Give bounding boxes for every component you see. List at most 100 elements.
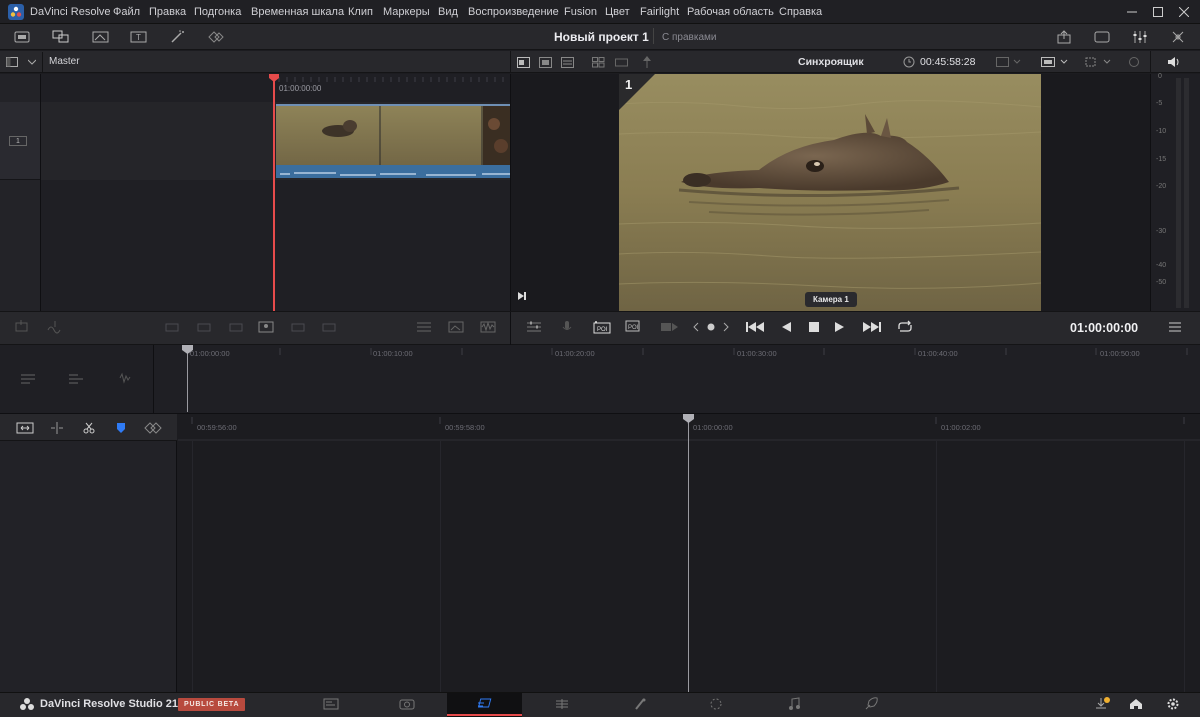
menu-workspace[interactable]: Рабочая область bbox=[687, 0, 774, 24]
source-playhead-handle[interactable] bbox=[269, 74, 279, 82]
audio-edit-icon[interactable] bbox=[44, 318, 64, 336]
viewer-size-dropdown[interactable] bbox=[994, 55, 1024, 69]
pin-icon[interactable] bbox=[640, 55, 654, 69]
maximize-icon[interactable] bbox=[1150, 4, 1166, 20]
menu-timeline[interactable]: Временная шкала bbox=[251, 0, 344, 24]
single-view-icon[interactable] bbox=[614, 55, 628, 69]
deliver-rocket-icon[interactable] bbox=[858, 696, 884, 712]
inspector-icon[interactable] bbox=[1168, 28, 1188, 46]
insert-clip-icon[interactable] bbox=[12, 318, 32, 336]
output-dropdown[interactable] bbox=[1040, 55, 1070, 69]
app-title: DaVinci Resolve bbox=[30, 6, 111, 18]
settings-sliders-icon[interactable] bbox=[524, 318, 544, 336]
selection-mode-icon[interactable] bbox=[15, 420, 35, 436]
go-to-end-icon[interactable] bbox=[860, 318, 884, 336]
sidebar-toggle-icon[interactable] bbox=[6, 55, 18, 69]
play-icon[interactable] bbox=[830, 318, 850, 336]
go-to-start-icon[interactable] bbox=[743, 318, 767, 336]
filmstrip-icon[interactable] bbox=[538, 55, 552, 69]
next-edit-icon[interactable] bbox=[720, 320, 732, 334]
overview-ruler[interactable] bbox=[154, 345, 1200, 363]
smart-insert-icon[interactable] bbox=[162, 318, 182, 336]
menu-view[interactable]: Вид bbox=[438, 0, 458, 24]
keyframes-icon[interactable] bbox=[205, 28, 227, 46]
menu-color[interactable]: Цвет bbox=[605, 0, 630, 24]
overview-playhead[interactable] bbox=[187, 352, 188, 412]
transitions-icon[interactable] bbox=[90, 28, 112, 46]
music-note-icon[interactable] bbox=[781, 696, 807, 712]
minimize-icon[interactable] bbox=[1124, 4, 1140, 20]
share-icon[interactable] bbox=[1054, 28, 1074, 46]
svg-text:T: T bbox=[136, 33, 141, 42]
edit-page-icon[interactable] bbox=[472, 696, 498, 712]
settings-gear-icon[interactable] bbox=[1160, 696, 1186, 712]
speaker-icon[interactable] bbox=[1166, 55, 1182, 69]
ripple-overwrite-icon[interactable] bbox=[226, 318, 246, 336]
viewer-image[interactable] bbox=[619, 74, 1041, 311]
mixer-icon[interactable] bbox=[1130, 28, 1150, 46]
chevron-down-icon[interactable] bbox=[26, 55, 38, 69]
poi-icon[interactable]: POI bbox=[591, 318, 613, 336]
fullscreen-viewer-icon[interactable] bbox=[1092, 28, 1112, 46]
flag-marker-icon[interactable] bbox=[111, 420, 131, 436]
list-view-icon[interactable] bbox=[560, 55, 574, 69]
menu-edit[interactable]: Правка bbox=[149, 0, 186, 24]
menu-playback[interactable]: Воспроизведение bbox=[468, 0, 559, 24]
download-notification-icon[interactable] bbox=[1089, 696, 1115, 712]
menu-clip[interactable]: Клип bbox=[348, 0, 373, 24]
menu-fairlight[interactable]: Fairlight bbox=[640, 0, 679, 24]
menu-fusion[interactable]: Fusion bbox=[564, 0, 597, 24]
audio-track-icon[interactable] bbox=[116, 370, 136, 386]
close-icon[interactable] bbox=[1176, 4, 1192, 20]
color-page-icon[interactable] bbox=[627, 696, 653, 712]
fairlight-page-icon[interactable] bbox=[703, 696, 729, 712]
titles-icon[interactable]: T bbox=[128, 28, 150, 46]
skip-to-end-icon[interactable] bbox=[515, 289, 529, 303]
play-around-icon[interactable] bbox=[659, 318, 681, 336]
poi-edit-icon[interactable]: POI bbox=[624, 318, 646, 336]
media-page-icon[interactable] bbox=[318, 696, 344, 712]
stop-icon[interactable] bbox=[804, 318, 824, 336]
video-clip-thumbnails[interactable] bbox=[276, 104, 510, 165]
loop-icon[interactable] bbox=[1126, 55, 1142, 69]
play-reverse-icon[interactable] bbox=[776, 318, 796, 336]
home-icon[interactable] bbox=[1123, 696, 1149, 712]
close-up-icon[interactable] bbox=[256, 318, 276, 336]
overview-playhead-handle[interactable] bbox=[182, 345, 193, 354]
blade-scissors-icon[interactable] bbox=[79, 420, 99, 436]
marker-dot-icon[interactable] bbox=[705, 320, 717, 334]
source-overwrite-icon[interactable] bbox=[319, 318, 339, 336]
append-icon[interactable] bbox=[194, 318, 214, 336]
sync-bin-icon[interactable] bbox=[50, 28, 72, 46]
place-on-top-icon[interactable] bbox=[288, 318, 308, 336]
prev-edit-icon[interactable] bbox=[690, 320, 702, 334]
media-pool-icon[interactable] bbox=[12, 28, 34, 46]
track-height-icon[interactable] bbox=[66, 370, 86, 386]
menu-help[interactable]: Справка bbox=[779, 0, 822, 24]
mic-icon[interactable] bbox=[557, 318, 577, 336]
transform-dropdown[interactable] bbox=[1082, 55, 1114, 69]
menu-trim[interactable]: Подгонка bbox=[194, 0, 241, 24]
source-playhead[interactable] bbox=[273, 74, 275, 311]
toolbar: T Новый проект 1 С правками bbox=[0, 24, 1200, 50]
timeline-view-icon[interactable] bbox=[414, 318, 434, 336]
loop-playback-icon[interactable] bbox=[894, 318, 916, 336]
audio-clip-waveform[interactable] bbox=[276, 165, 510, 178]
thumbnail-view-icon[interactable] bbox=[446, 318, 466, 336]
image-view-icon[interactable] bbox=[516, 55, 530, 69]
waveform-view-icon[interactable] bbox=[478, 318, 498, 336]
track-options-icon[interactable] bbox=[18, 370, 38, 386]
keyframe-diamond-icon[interactable] bbox=[143, 420, 163, 436]
detail-playhead-handle[interactable] bbox=[683, 414, 694, 423]
app-name: DaVinci Resolve Studio 21 bbox=[40, 698, 178, 710]
cut-page-icon[interactable] bbox=[394, 696, 420, 712]
meter-10: -10 bbox=[1156, 128, 1167, 135]
effects-wand-icon[interactable] bbox=[167, 28, 189, 46]
fusion-page-icon[interactable] bbox=[549, 696, 575, 712]
menu-file[interactable]: Файл bbox=[113, 0, 140, 24]
multicam-icon[interactable] bbox=[591, 55, 605, 69]
options-menu-icon[interactable] bbox=[1166, 318, 1184, 336]
detail-playhead[interactable] bbox=[688, 420, 689, 692]
trim-mode-icon[interactable] bbox=[47, 420, 67, 436]
menu-markers[interactable]: Маркеры bbox=[383, 0, 430, 24]
